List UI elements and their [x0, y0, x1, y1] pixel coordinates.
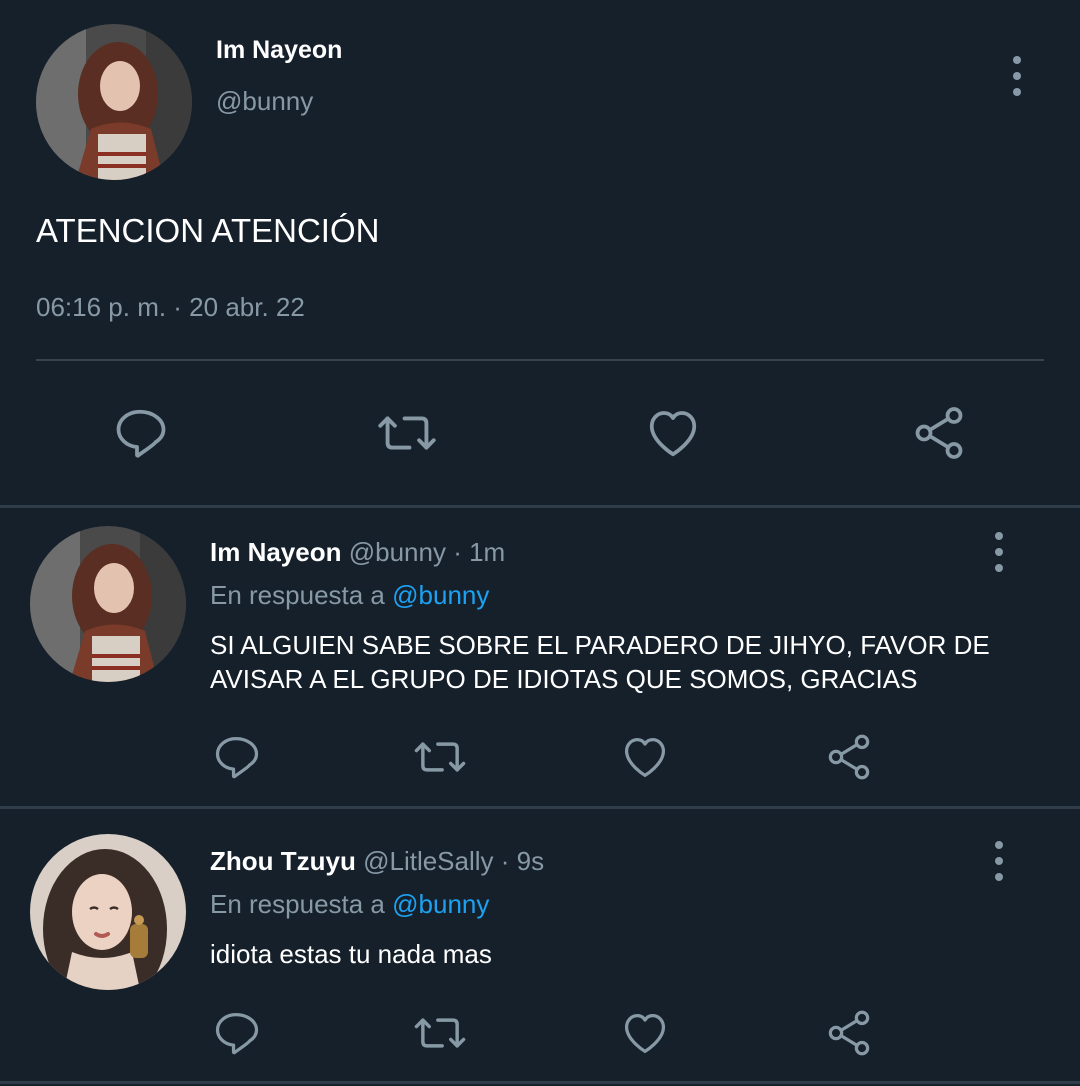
author-name[interactable]: Im Nayeon [210, 537, 342, 567]
author-name[interactable]: Zhou Tzuyu [210, 846, 356, 876]
reply-header: Im Nayeon @bunny · 1m [210, 537, 505, 568]
author-handle-time[interactable]: @LitleSally · 9s [363, 846, 544, 876]
reply-icon [215, 1012, 259, 1055]
like-button[interactable] [642, 402, 704, 464]
heart-icon [624, 738, 666, 778]
tweet-separator [0, 505, 1080, 508]
more-vertical-icon[interactable] [984, 532, 1014, 572]
heart-icon [649, 411, 697, 457]
retweet-button[interactable] [372, 402, 442, 464]
reply-icon [116, 409, 166, 458]
author-name[interactable]: Im Nayeon [216, 36, 342, 65]
reply-button[interactable] [210, 1006, 264, 1060]
retweet-icon [378, 416, 436, 450]
reply-button[interactable] [110, 402, 172, 464]
avatar[interactable] [30, 834, 186, 990]
author-handle-time[interactable]: @bunny · 1m [349, 537, 505, 567]
tweet-separator [0, 1081, 1080, 1084]
tweet-text: SI ALGUIEN SABE SOBRE EL PARADERO DE JIH… [210, 630, 990, 694]
share-icon [828, 1010, 870, 1056]
like-button[interactable] [618, 730, 672, 784]
reply-header: Zhou Tzuyu @LitleSally · 9s [210, 846, 544, 877]
reply-mention-link[interactable]: @bunny [392, 889, 489, 919]
tweet-timestamp[interactable]: 06:16 p. m. · 20 abr. 22 [36, 292, 305, 323]
retweet-button[interactable] [410, 1006, 470, 1060]
avatar[interactable] [30, 526, 186, 682]
reply-prefix: En respuesta a [210, 889, 385, 919]
avatar[interactable] [36, 24, 192, 180]
more-vertical-icon[interactable] [1002, 56, 1032, 96]
tweet-text: idiota estas tu nada mas [210, 939, 492, 969]
tweet-separator [0, 806, 1080, 809]
author-handle[interactable]: @bunny [216, 86, 313, 117]
heart-icon [624, 1014, 666, 1054]
more-vertical-icon[interactable] [984, 841, 1014, 881]
divider [36, 359, 1044, 361]
share-icon [828, 734, 870, 780]
reply-icon [215, 736, 259, 779]
like-button[interactable] [618, 1006, 672, 1060]
share-icon [915, 407, 963, 459]
share-button[interactable] [822, 730, 876, 784]
reply-button[interactable] [210, 730, 264, 784]
share-button[interactable] [822, 1006, 876, 1060]
reply-mention-link[interactable]: @bunny [392, 580, 489, 610]
retweet-icon [414, 742, 466, 772]
reply-prefix: En respuesta a [210, 580, 385, 610]
tweet-text: ATENCION ATENCIÓN [36, 212, 380, 249]
retweet-icon [414, 1018, 466, 1048]
main-tweet: Im Nayeon @bunny ATENCION ATENCIÓN 06:16… [0, 0, 1080, 505]
reply-context: En respuesta a @bunny [210, 580, 489, 611]
retweet-button[interactable] [410, 730, 470, 784]
reply-context: En respuesta a @bunny [210, 889, 489, 920]
share-button[interactable] [908, 402, 970, 464]
